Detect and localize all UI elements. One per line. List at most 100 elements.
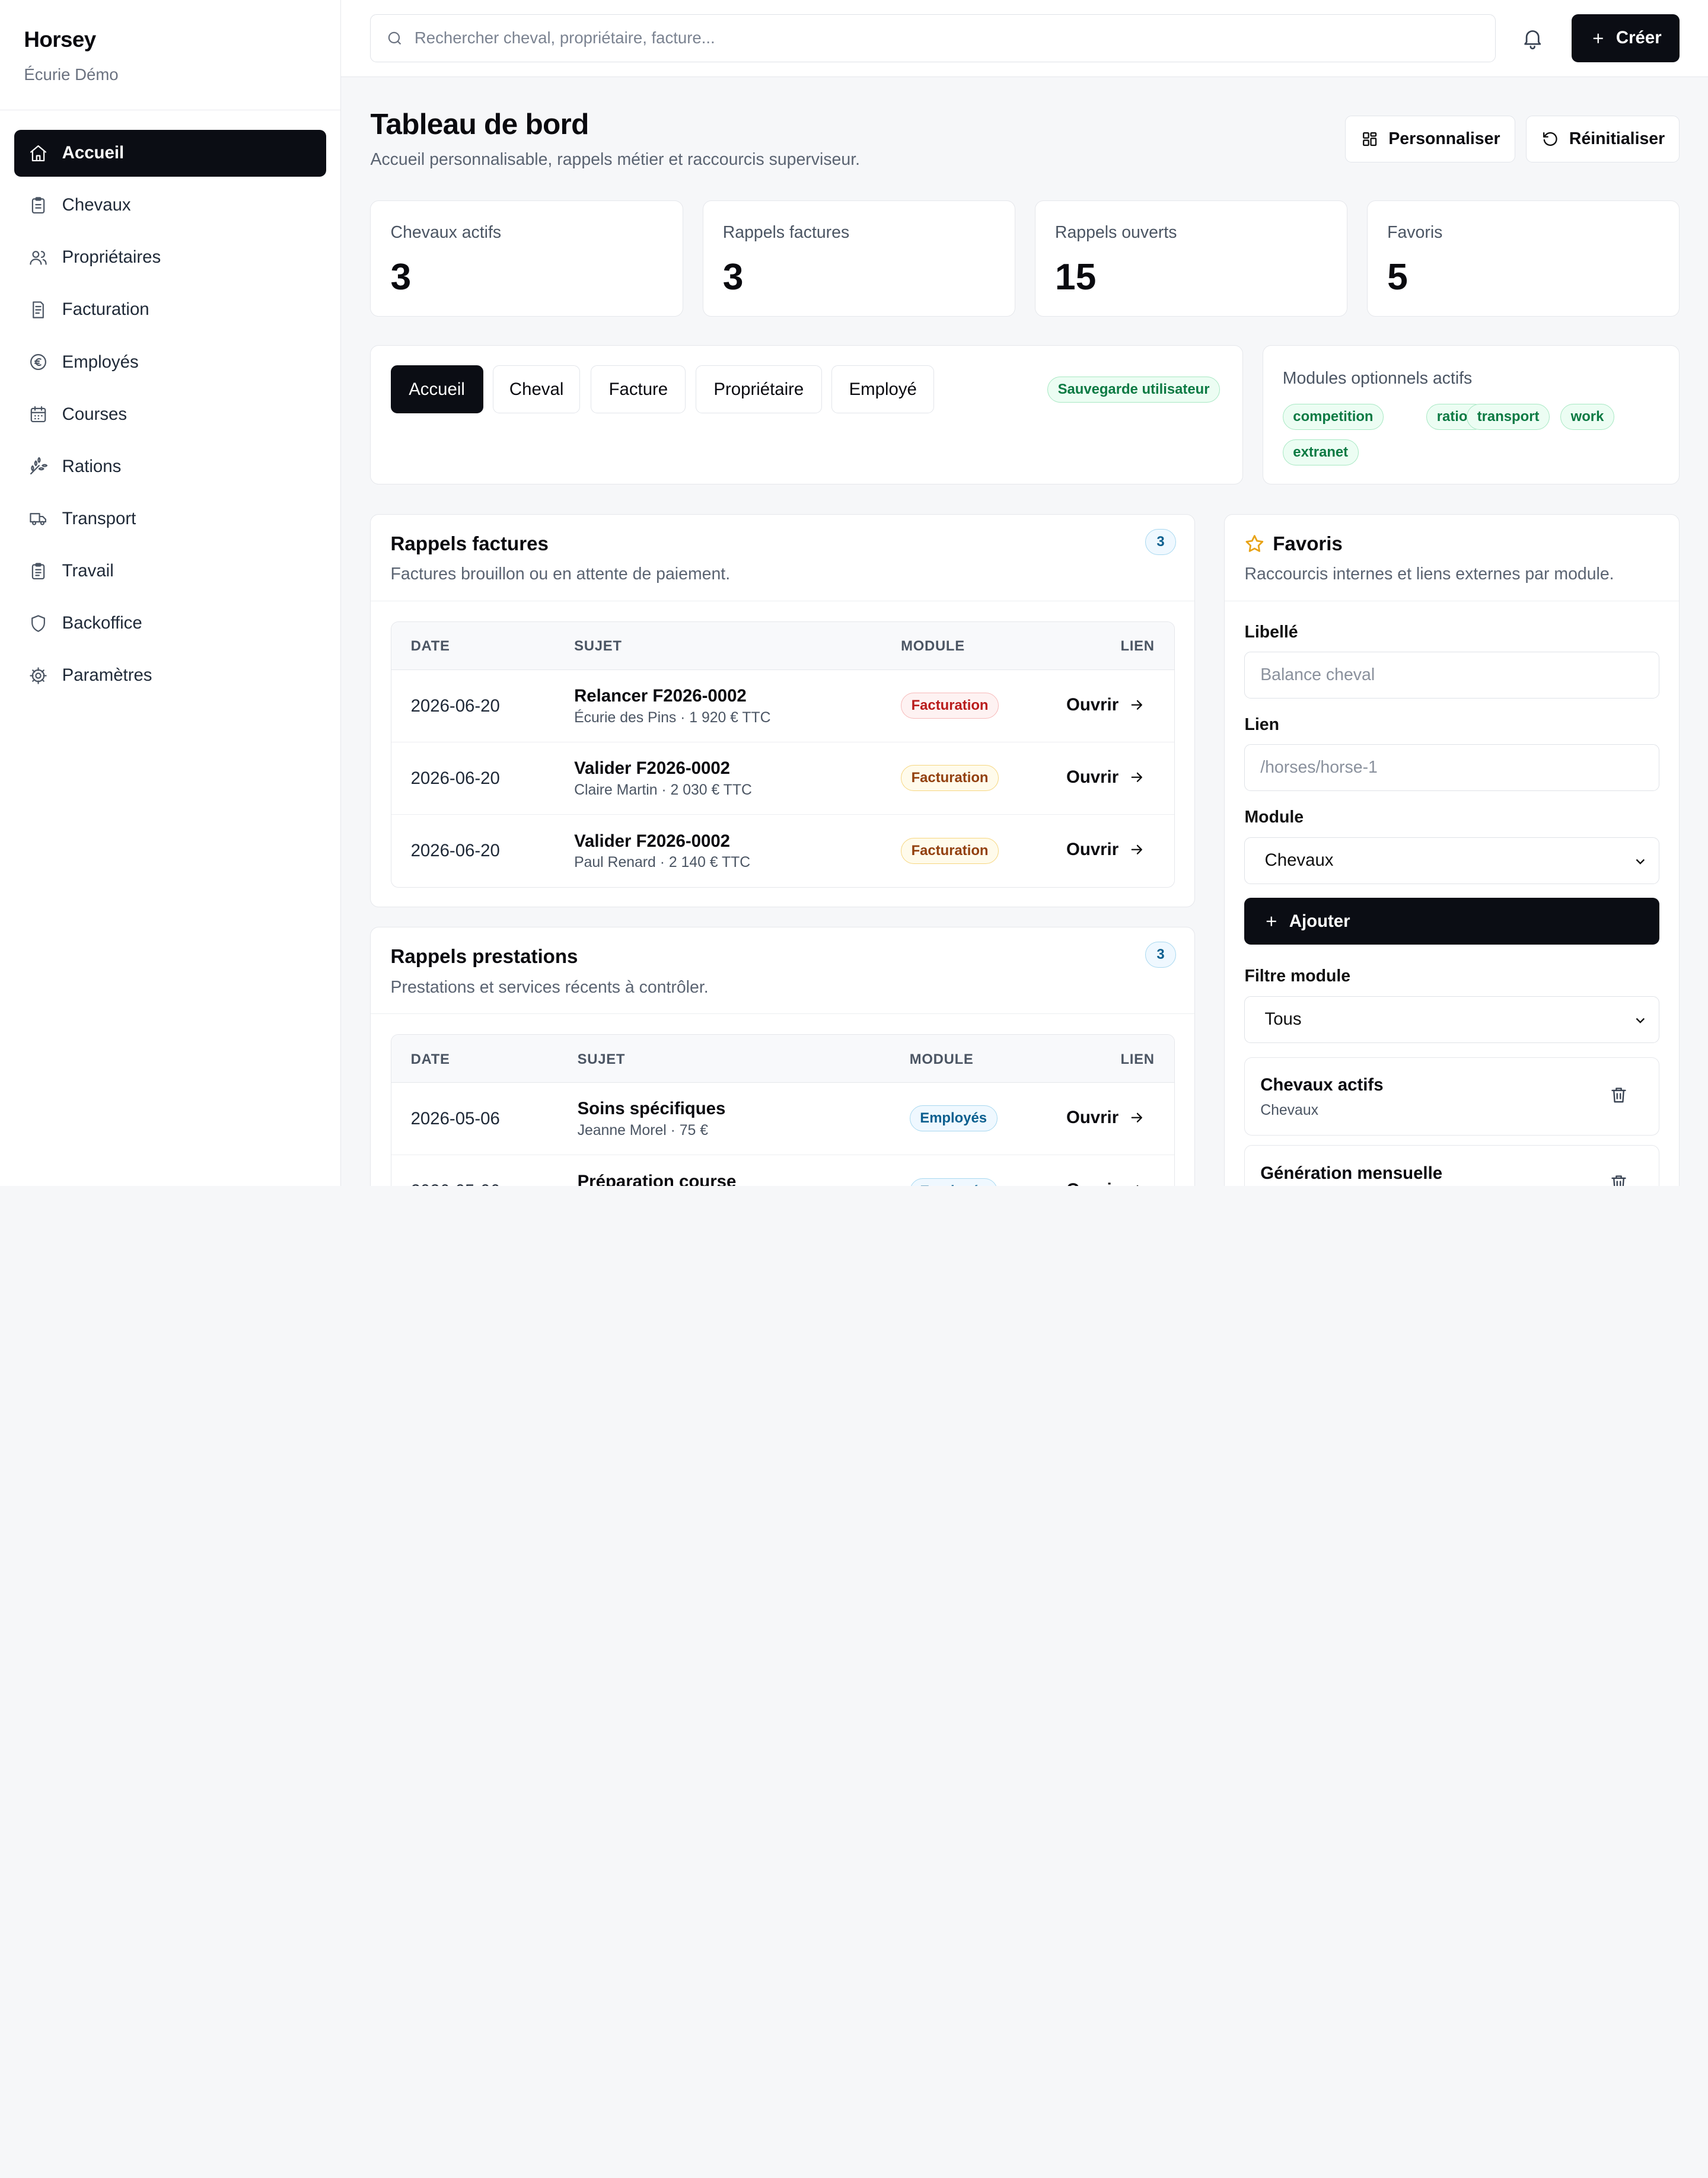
clipboard-list-icon <box>31 562 45 579</box>
table-header: DATE SUJET MODULE LIEN <box>391 621 1174 670</box>
count-badge: 3 <box>1145 528 1176 555</box>
sidebar-item-parametres[interactable]: Paramètres <box>14 652 326 699</box>
section-title: Rappels prestations <box>390 946 578 968</box>
stat-card-open-reminders: Rappels ouverts 15 <box>1034 200 1347 317</box>
open-link[interactable]: Ouvrir <box>1066 1180 1145 1187</box>
sidebar-item-accueil[interactable]: Accueil <box>14 129 326 177</box>
sidebar-item-rations[interactable]: Rations <box>14 443 326 490</box>
tab-cheval[interactable]: Cheval <box>493 365 581 414</box>
rotate-ccw-icon <box>1543 132 1557 146</box>
plus-icon <box>1593 33 1603 43</box>
module-badge: transport <box>1467 403 1550 430</box>
bell-icon <box>1524 30 1541 50</box>
link-input[interactable] <box>1244 744 1660 792</box>
open-link-label: Ouvrir <box>1066 1180 1119 1186</box>
home-icon <box>30 145 46 161</box>
sidebar-item-facturation[interactable]: Facturation <box>14 286 326 333</box>
stat-card-active-horses: Chevaux actifs 3 <box>370 200 683 317</box>
row-module: Facturation <box>901 693 999 719</box>
module-badge: Facturation <box>901 837 999 864</box>
brand-name: Horsey <box>24 27 96 52</box>
row-subject-title: Valider F2026-0002 <box>574 831 731 851</box>
label-input[interactable] <box>1244 652 1660 699</box>
module-badge: Employés <box>909 1178 998 1187</box>
stat-value: 15 <box>1054 256 1097 298</box>
open-link[interactable]: Ouvrir <box>1066 840 1145 860</box>
stat-value: 3 <box>390 256 412 298</box>
star-icon <box>1245 535 1263 552</box>
stat-label: Rappels ouverts <box>1054 222 1177 242</box>
tab-proprietaire[interactable]: Propriétaire <box>695 365 822 414</box>
module-badge: Facturation <box>901 765 999 792</box>
column-header-link: LIEN <box>1120 1051 1155 1067</box>
open-link[interactable]: Ouvrir <box>1066 695 1145 715</box>
plus-icon <box>1266 916 1276 926</box>
count-badge: 3 <box>1145 941 1176 968</box>
notifications-button[interactable] <box>1518 24 1547 52</box>
shield-icon <box>31 615 45 632</box>
row-subject: Soins spécifiques Jeanne Morel · 75 € <box>578 1099 726 1139</box>
delete-favorite-button[interactable] <box>1609 1085 1631 1107</box>
row-subject-title: Relancer F2026-0002 <box>574 686 747 706</box>
tab-facture[interactable]: Facture <box>591 365 686 414</box>
search-input[interactable] <box>414 28 1468 48</box>
sidebar-item-backoffice[interactable]: Backoffice <box>14 600 326 647</box>
table-header: DATE SUJET MODULE LIEN <box>391 1035 1174 1083</box>
clipboard-icon <box>31 196 45 213</box>
row-subject-title: Soins spécifiques <box>577 1099 726 1119</box>
filter-select[interactable]: Tous <box>1244 996 1660 1043</box>
module-badge: competition <box>1282 403 1384 430</box>
row-date: 2026-06-20 <box>410 696 500 716</box>
euro-icon <box>30 354 46 371</box>
search-box[interactable] <box>370 14 1496 62</box>
row-module: Facturation <box>901 837 999 864</box>
wheat-icon <box>30 457 47 475</box>
column-header-subject: SUJET <box>574 638 622 655</box>
row-subject: Valider F2026-0002 Claire Martin · 2 030… <box>574 758 752 799</box>
delete-favorite-button[interactable] <box>1609 1173 1631 1187</box>
sidebar-item-label: Employés <box>62 352 139 372</box>
column-header-module: MODULE <box>909 1051 974 1067</box>
tab-employe[interactable]: Employé <box>831 365 935 414</box>
section-subtitle: Raccourcis internes et liens externes pa… <box>1244 565 1614 584</box>
row-date: 2026-05-06 <box>410 1108 500 1128</box>
filter-select-value: Tous <box>1264 1009 1302 1029</box>
module-badge: extranet <box>1282 439 1359 466</box>
sidebar-item-chevaux[interactable]: Chevaux <box>14 182 326 229</box>
truck-icon <box>30 513 46 526</box>
favorite-item[interactable]: Chevaux actifs Chevaux <box>1244 1057 1660 1136</box>
sidebar-item-label: Chevaux <box>62 195 131 215</box>
sidebar-item-transport[interactable]: Transport <box>14 496 326 543</box>
row-subject-title: Valider F2026-0002 <box>574 758 731 779</box>
sidebar-item-courses[interactable]: Courses <box>14 391 326 438</box>
service-reminders-table: DATE SUJET MODULE LIEN 2026-05-06 Soins … <box>390 1034 1175 1187</box>
favorite-title: Génération mensuelle <box>1260 1163 1443 1183</box>
favorite-item[interactable]: Génération mensuelle <box>1244 1145 1660 1187</box>
sidebar-item-employes[interactable]: Employés <box>14 339 326 385</box>
sidebar-item-proprietaires[interactable]: Propriétaires <box>14 234 326 281</box>
row-module: Employés <box>909 1178 998 1187</box>
tab-accueil[interactable]: Accueil <box>390 365 483 414</box>
open-link[interactable]: Ouvrir <box>1066 767 1145 787</box>
add-button-label: Ajouter <box>1289 911 1350 931</box>
sidebar-item-label: Backoffice <box>62 613 142 633</box>
open-link[interactable]: Ouvrir <box>1066 1108 1145 1128</box>
column-header-date: DATE <box>410 638 450 655</box>
topbar: Créer <box>340 0 1708 78</box>
customize-button[interactable]: Personnaliser <box>1345 115 1515 162</box>
open-link-label: Ouvrir <box>1066 840 1119 860</box>
section-subtitle: Factures brouillon ou en attente de paie… <box>390 565 731 584</box>
sidebar-item-travail[interactable]: Travail <box>14 548 326 595</box>
arrow-right-icon <box>1131 700 1142 710</box>
module-select[interactable]: Chevaux <box>1244 837 1660 884</box>
create-button-label: Créer <box>1615 28 1662 48</box>
sidebar-item-label: Travail <box>62 561 114 581</box>
table-row: 2026-06-20 Relancer F2026-0002 Écurie de… <box>391 670 1174 742</box>
gear-icon <box>30 667 47 684</box>
column-header-date: DATE <box>410 1051 450 1067</box>
reset-button[interactable]: Réinitialiser <box>1526 115 1680 162</box>
add-favorite-button[interactable]: Ajouter <box>1244 898 1660 945</box>
create-button[interactable]: Créer <box>1572 14 1680 62</box>
chevron-down-icon <box>1636 859 1645 865</box>
stat-label: Rappels factures <box>722 222 850 242</box>
